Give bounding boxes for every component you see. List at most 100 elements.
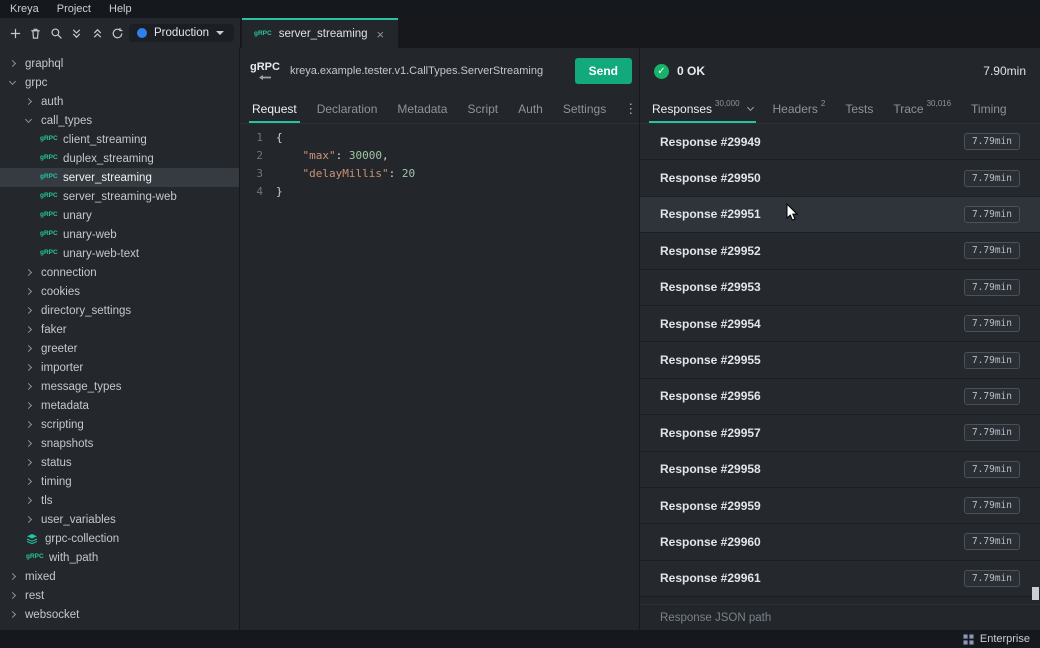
request-tab-metadata[interactable]: Metadata: [387, 94, 457, 123]
response-duration-badge: 7.79min: [964, 170, 1020, 187]
request-tab-declaration[interactable]: Declaration: [307, 94, 388, 123]
request-tabs-row: RequestDeclarationMetadataScriptAuthSett…: [240, 94, 639, 124]
tree-item-status[interactable]: status: [0, 453, 239, 472]
add-button[interactable]: [6, 23, 25, 43]
response-row[interactable]: Response #299617.79min: [640, 561, 1040, 597]
status-badge: 0 OK: [677, 64, 705, 78]
tree-item-unary-web[interactable]: gRPCunary-web: [0, 225, 239, 244]
tree-item-graphql[interactable]: graphql: [0, 54, 239, 73]
response-tab-tests[interactable]: Tests: [835, 94, 883, 123]
scrollbar-thumb[interactable]: [1032, 587, 1039, 600]
delete-button[interactable]: [27, 23, 46, 43]
json-path-input[interactable]: [646, 612, 1034, 624]
response-row[interactable]: Response #299547.79min: [640, 306, 1040, 342]
tree-item-snapshots[interactable]: snapshots: [0, 434, 239, 453]
menu-kreya[interactable]: Kreya: [10, 3, 39, 15]
enterprise-grid-icon: [963, 634, 974, 645]
response-label: Response #29954: [660, 317, 761, 331]
grpc-method-icon: gRPC: [40, 155, 56, 162]
tree-item-message_types[interactable]: message_types: [0, 377, 239, 396]
response-row[interactable]: Response #299527.79min: [640, 233, 1040, 269]
tree-item-auth[interactable]: auth: [0, 92, 239, 111]
tree-item-with_path[interactable]: gRPCwith_path: [0, 548, 239, 567]
request-tab-auth[interactable]: Auth: [508, 94, 553, 123]
tree-item-importer[interactable]: importer: [0, 358, 239, 377]
response-tab-trace[interactable]: Trace30,016: [883, 94, 961, 123]
grpc-arrow-icon: [259, 75, 271, 80]
tree-item-label: with_path: [49, 552, 98, 564]
tree-item-duplex_streaming[interactable]: gRPCduplex_streaming: [0, 149, 239, 168]
editor-line[interactable]: 3 "delayMillis": 20: [240, 165, 639, 183]
search-icon: [50, 27, 63, 40]
response-row[interactable]: Response #299577.79min: [640, 415, 1040, 451]
tree-item-greeter[interactable]: greeter: [0, 339, 239, 358]
refresh-button[interactable]: [109, 23, 128, 43]
tree-item-scripting[interactable]: scripting: [0, 415, 239, 434]
tree-item-unary-web-text[interactable]: gRPCunary-web-text: [0, 244, 239, 263]
line-content: }: [276, 183, 283, 201]
tree-item-label: rest: [25, 590, 44, 602]
tree-item-user_variables[interactable]: user_variables: [0, 510, 239, 529]
tree-item-rest[interactable]: rest: [0, 586, 239, 605]
request-tab-request[interactable]: Request: [242, 94, 307, 123]
tree-item-timing[interactable]: timing: [0, 472, 239, 491]
tab-count-badge: 2: [821, 99, 825, 108]
request-tab-script[interactable]: Script: [457, 94, 508, 123]
chevron-down-icon[interactable]: [746, 103, 753, 110]
tree-item-metadata[interactable]: metadata: [0, 396, 239, 415]
response-row[interactable]: Response #299517.79min: [640, 197, 1040, 233]
editor-line[interactable]: 4}: [240, 183, 639, 201]
request-body-editor[interactable]: 1{2 "max": 30000,3 "delayMillis": 204}: [240, 124, 639, 630]
tree-item-tls[interactable]: tls: [0, 491, 239, 510]
response-tab-timing[interactable]: Timing: [961, 94, 1017, 123]
environment-selector[interactable]: Production: [129, 24, 234, 42]
response-row[interactable]: Response #299567.79min: [640, 379, 1040, 415]
tree-item-directory_settings[interactable]: directory_settings: [0, 301, 239, 320]
enterprise-label[interactable]: Enterprise: [980, 633, 1030, 645]
search-button[interactable]: [47, 23, 66, 43]
menu-project[interactable]: Project: [57, 3, 91, 15]
chevron-right-icon: [25, 478, 32, 485]
send-button[interactable]: Send: [575, 58, 632, 84]
editor-line[interactable]: 1{: [240, 129, 639, 147]
tree-item-label: grpc: [25, 77, 47, 89]
response-label: Response #29959: [660, 499, 761, 513]
expand-all-button[interactable]: [68, 23, 87, 43]
chevron-right-icon: [9, 573, 16, 580]
tab-label: Responses: [652, 102, 712, 116]
tree-item-connection[interactable]: connection: [0, 263, 239, 282]
response-row[interactable]: Response #299537.79min: [640, 270, 1040, 306]
response-row[interactable]: Response #299587.79min: [640, 452, 1040, 488]
request-tab-settings[interactable]: Settings: [553, 94, 616, 123]
response-tab-responses[interactable]: Responses30,000: [642, 94, 763, 123]
tree-item-server_streaming-web[interactable]: gRPCserver_streaming-web: [0, 187, 239, 206]
tree-item-label: server_streaming-web: [63, 191, 177, 203]
tree-item-call_types[interactable]: call_types: [0, 111, 239, 130]
response-row[interactable]: Response #299507.79min: [640, 160, 1040, 196]
chevron-right-icon: [25, 421, 32, 428]
tree-item-cookies[interactable]: cookies: [0, 282, 239, 301]
editor-line[interactable]: 2 "max": 30000,: [240, 147, 639, 165]
chevron-right-icon: [25, 288, 32, 295]
tree-item-server_streaming[interactable]: gRPCserver_streaming: [0, 168, 239, 187]
response-tab-headers[interactable]: Headers2: [763, 94, 836, 123]
response-row[interactable]: Response #299607.79min: [640, 524, 1040, 560]
collapse-all-button[interactable]: [88, 23, 107, 43]
response-row[interactable]: Response #299557.79min: [640, 342, 1040, 378]
response-duration-badge: 7.79min: [964, 242, 1020, 259]
response-row[interactable]: Response #299497.79min: [640, 124, 1040, 160]
tree-item-websocket[interactable]: websocket: [0, 605, 239, 624]
tree-item-unary[interactable]: gRPCunary: [0, 206, 239, 225]
menu-help[interactable]: Help: [109, 3, 132, 15]
close-icon[interactable]: ×: [375, 27, 387, 42]
response-pane: ✓ 0 OK 7.90min Responses30,000Headers2Te…: [640, 48, 1040, 630]
chevron-right-icon: [9, 60, 16, 67]
tree-item-grpc[interactable]: grpc: [0, 73, 239, 92]
response-row[interactable]: Response #299597.79min: [640, 488, 1040, 524]
tree-item-client_streaming[interactable]: gRPCclient_streaming: [0, 130, 239, 149]
tree-item-mixed[interactable]: mixed: [0, 567, 239, 586]
trash-icon: [29, 27, 42, 40]
tab-server-streaming[interactable]: gRPC server_streaming ×: [242, 18, 398, 48]
tree-item-faker[interactable]: faker: [0, 320, 239, 339]
tree-item-grpc-collection[interactable]: grpc-collection: [0, 529, 239, 548]
